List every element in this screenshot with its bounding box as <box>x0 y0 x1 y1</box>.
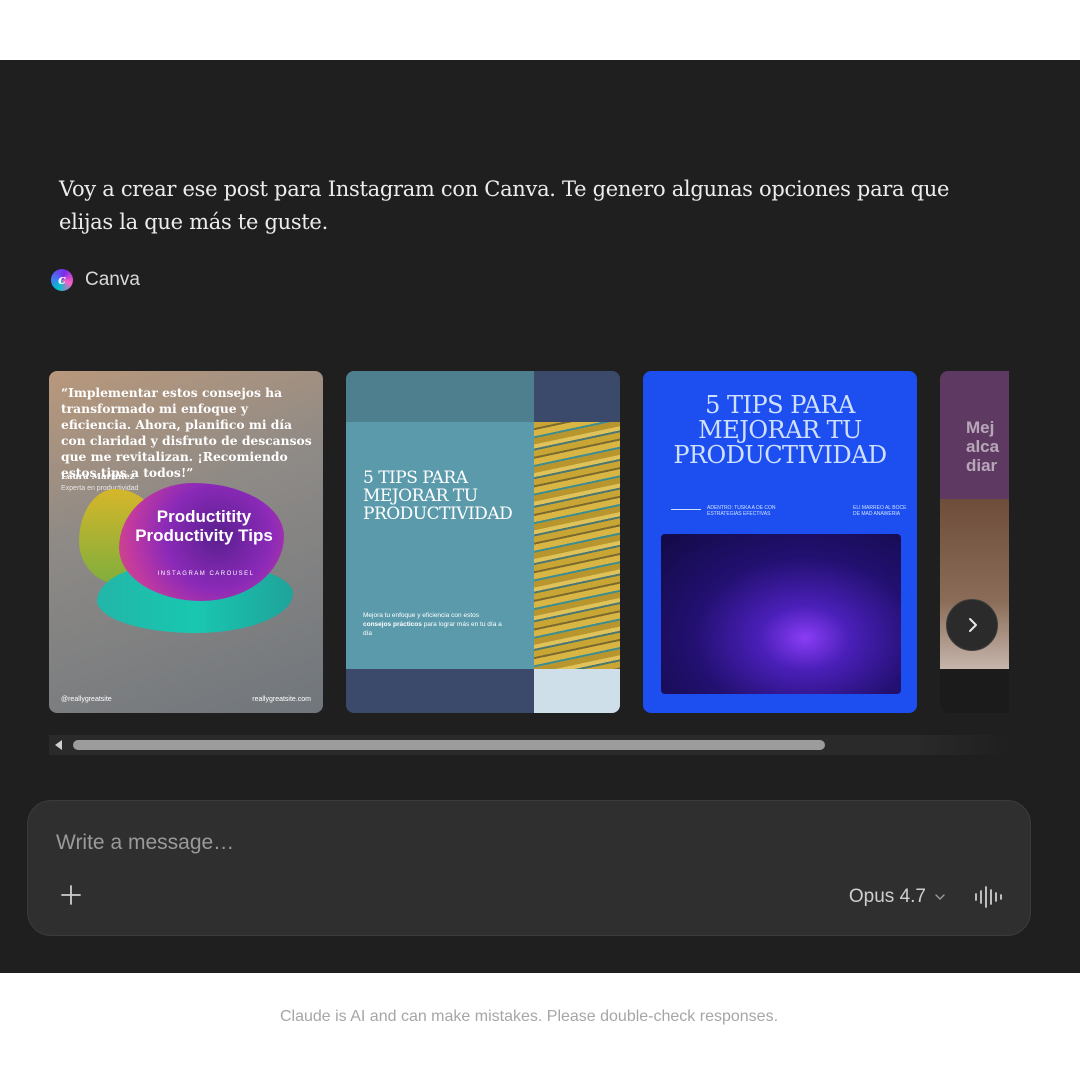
disclaimer-text: Claude is AI and can make mistakes. Plea… <box>279 1008 779 1025</box>
card-site: reallygreatsite.com <box>252 696 311 703</box>
tool-name: Canva <box>85 269 140 290</box>
card-title: Mej alca diar <box>966 418 1000 475</box>
scrollbar-thumb[interactable] <box>73 740 825 750</box>
card-band <box>534 371 620 422</box>
chevron-right-icon <box>969 618 977 632</box>
chevron-down-icon <box>935 894 945 900</box>
voice-waveform-icon[interactable] <box>974 885 1004 909</box>
carousel-scrollbar[interactable] <box>49 735 1009 755</box>
design-option-4[interactable]: Mej alca diar <box>940 371 1009 713</box>
canva-logo-icon: c <box>51 269 73 291</box>
chat-panel: Voy a crear ese post para Instagram con … <box>0 60 1080 1025</box>
marble-image <box>534 422 620 669</box>
scroll-left-arrow-icon[interactable] <box>55 740 62 750</box>
card-band <box>940 669 1009 713</box>
card-band <box>534 669 620 713</box>
card-author: Laura Martínez <box>61 472 135 482</box>
design-option-2[interactable]: 5 TIPS PARA MEJORAR TU PRODUCTIVIDAD Mej… <box>346 371 620 713</box>
card-subtitle: Mejora tu enfoque y eficiencia con estos… <box>363 612 502 637</box>
tool-indicator[interactable]: c Canva <box>51 269 140 291</box>
card-title: 5 TIPS PARA MEJORAR TU PRODUCTIVIDAD <box>363 468 513 524</box>
design-carousel: “Implementar estos consejos ha transform… <box>49 371 1009 715</box>
card-band <box>346 371 534 422</box>
card-subtitle: INSTAGRAM CAROUSEL <box>157 571 255 577</box>
card-image <box>661 534 901 694</box>
model-label: Opus 4.7 <box>848 886 926 907</box>
arrow-icon <box>671 509 701 510</box>
card-handle: @reallygreatsite <box>61 696 112 703</box>
design-option-1[interactable]: “Implementar estos consejos ha transform… <box>49 371 323 713</box>
message-input[interactable]: Write a message… <box>56 831 234 855</box>
card-title: 5 TIPS PARA MEJORAR TU PRODUCTIVIDAD <box>673 391 887 469</box>
assistant-message: Voy a crear ese post para Instagram con … <box>59 177 950 234</box>
card-caption: ELI MARREO AL BOCE DE MAD ANAWERIA <box>853 505 907 517</box>
plus-icon[interactable] <box>59 883 83 907</box>
card-caption: ADENTRO: TUSKA A DE CON ESTRATEGIAS EFEC… <box>707 505 776 517</box>
message-composer: Write a message… Opus 4.7 <box>27 800 1031 936</box>
card-quote: “Implementar estos consejos ha transform… <box>61 385 312 480</box>
carousel-next-button[interactable] <box>946 599 998 651</box>
card-title: Productitity Productivity Tips <box>135 507 273 545</box>
model-selector[interactable]: Opus 4.7 <box>849 886 946 908</box>
design-option-3[interactable]: 5 TIPS PARA MEJORAR TU PRODUCTIVIDAD ADE… <box>643 371 917 713</box>
